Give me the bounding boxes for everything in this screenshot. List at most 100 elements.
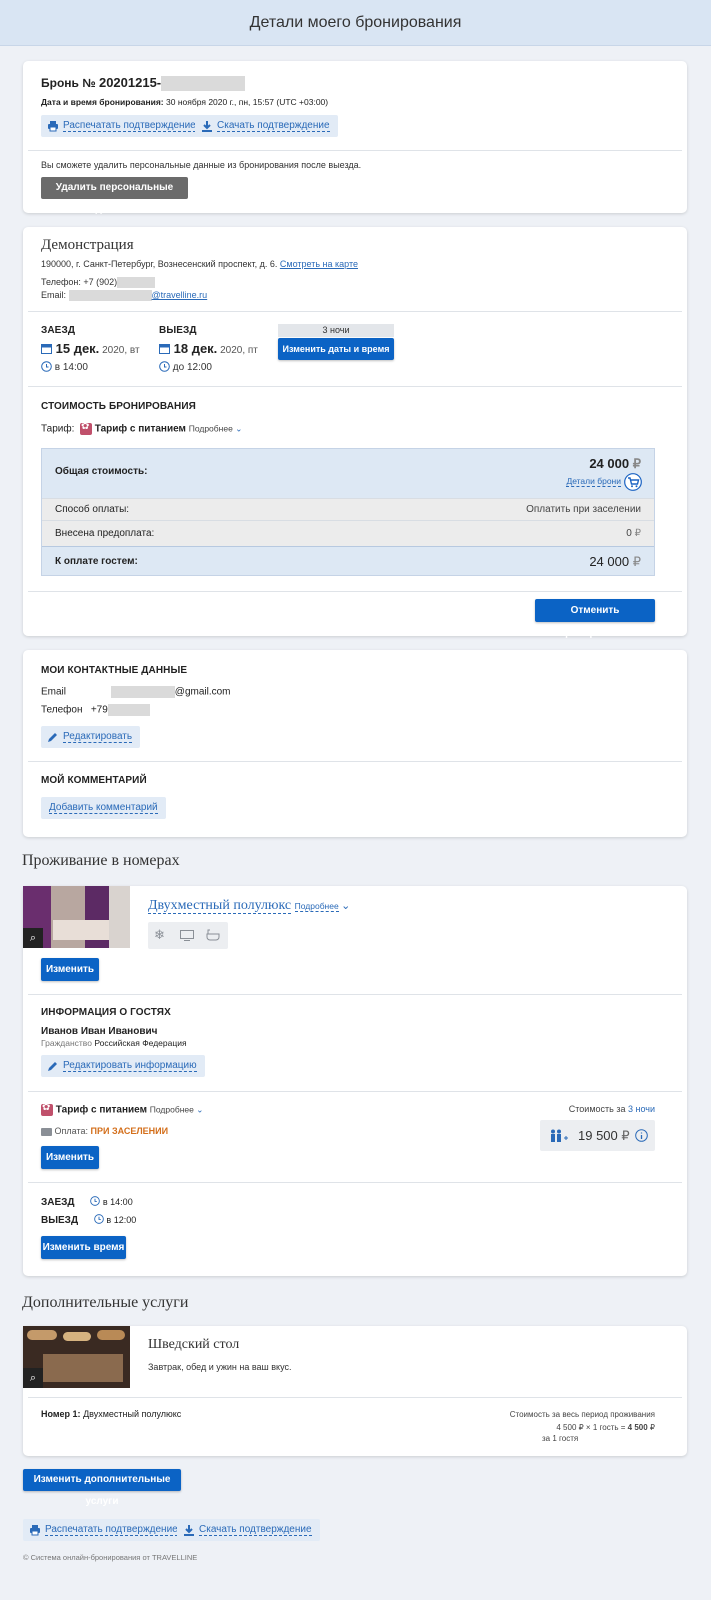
checkin-date: 15 дек. 2020, вт bbox=[41, 341, 140, 356]
booking-number: Бронь № 20201215- bbox=[41, 75, 246, 92]
footer-print-button[interactable]: Распечатать подтверждение bbox=[23, 1519, 186, 1541]
divider bbox=[28, 1182, 682, 1183]
change-extras-button[interactable]: Изменить дополнительные услуги bbox=[23, 1469, 181, 1507]
room-checkin: ЗАЕЗД в 14:00 bbox=[41, 1196, 133, 1208]
room-photo[interactable]: ⌕ bbox=[23, 886, 130, 948]
room-payment: Оплата: ПРИ ЗАСЕЛЕНИИ bbox=[41, 1126, 168, 1136]
currency: ₽ bbox=[649, 1423, 655, 1432]
tariff-row: Тариф: Тариф с питанием Подробнее ⌄ bbox=[41, 421, 243, 435]
citizenship-label: Гражданство bbox=[41, 1038, 92, 1048]
total-label: Общая стоимость: bbox=[55, 466, 148, 477]
room-checkout: ВЫЕЗД в 12:00 bbox=[41, 1214, 136, 1226]
rooms-section-title: Проживание в номерах bbox=[22, 852, 180, 869]
bath-icon bbox=[206, 929, 220, 941]
prepaid-label: Внесена предоплата: bbox=[55, 528, 155, 539]
tariff-name: Тариф с питанием bbox=[94, 423, 186, 435]
redacted-email bbox=[110, 686, 175, 698]
copyright: © Система онлайн-бронирования от TRAVELL… bbox=[23, 1553, 198, 1562]
currency: ₽ bbox=[634, 528, 641, 539]
tv-icon bbox=[180, 930, 194, 941]
calendar-icon bbox=[159, 344, 170, 354]
tariff-more-label: Подробнее bbox=[188, 423, 233, 434]
footer-download-button[interactable]: Скачать подтверждение bbox=[177, 1519, 320, 1541]
zoom-icon[interactable]: ⌕ bbox=[23, 1368, 43, 1388]
calc-text: 4 500 ₽ × 1 гость = bbox=[556, 1423, 628, 1432]
download-label: Скачать подтверждение bbox=[217, 120, 330, 132]
booking-date-value: 30 ноября 2020 г., пн, 15:57 (UTC +03:00… bbox=[166, 97, 329, 107]
chevron-down-icon: ⌄ bbox=[235, 423, 243, 434]
download-confirmation-button[interactable]: Скачать подтверждение bbox=[195, 115, 338, 137]
cost-label: Стоимость за bbox=[568, 1104, 626, 1114]
checkout-label: ВЫЕЗД bbox=[159, 325, 197, 336]
cancel-booking-button[interactable]: Отменить бронирование bbox=[535, 599, 655, 639]
divider bbox=[28, 386, 682, 387]
edit-contacts-button[interactable]: Редактировать bbox=[41, 726, 141, 748]
contact-phone-value: +79 bbox=[90, 704, 108, 716]
chevron-down-icon: ⌄ bbox=[196, 1104, 204, 1115]
clock-icon bbox=[93, 1214, 104, 1224]
room-tariff: Тариф с питанием Подробнее ⌄ bbox=[41, 1102, 204, 1116]
chevron-down-icon: ⌄ bbox=[341, 900, 351, 912]
room-name: Двухместный полулюкс bbox=[148, 898, 292, 914]
delete-personal-data-button[interactable]: Удалить персональные данные bbox=[41, 177, 188, 215]
hotel-name: Демонстрация bbox=[41, 237, 134, 253]
checkin-day: 15 дек. bbox=[55, 341, 100, 356]
checkout-time: до 12:00 bbox=[159, 361, 212, 373]
guests-title: ИНФОРМАЦИЯ О ГОСТЯХ bbox=[41, 1007, 171, 1018]
change-time-button[interactable]: Изменить время bbox=[41, 1236, 126, 1259]
room-checkin-label: ЗАЕЗД bbox=[41, 1197, 75, 1208]
divider bbox=[28, 150, 682, 151]
info-icon[interactable] bbox=[635, 1129, 648, 1142]
edit-guest-info-button[interactable]: Редактировать информацию bbox=[41, 1055, 205, 1077]
room-checkin-time: в 14:00 bbox=[102, 1197, 133, 1207]
add-comment-label: Добавить комментарий bbox=[49, 802, 158, 814]
citizenship-value: Российская Федерация bbox=[94, 1038, 187, 1048]
contact-email: Email @gmail.com bbox=[41, 686, 231, 698]
details-link-label: Детали брони bbox=[566, 476, 621, 487]
download-icon bbox=[202, 121, 212, 132]
room-tariff-more[interactable]: Подробнее ⌄ bbox=[150, 1105, 204, 1115]
extras-section-title: Дополнительные услуги bbox=[22, 1294, 189, 1311]
room-price: 19 500 ₽ bbox=[578, 1128, 630, 1144]
change-dates-button[interactable]: Изменить даты и время bbox=[278, 338, 394, 360]
currency: ₽ bbox=[632, 554, 641, 569]
room-tariff-more-label: Подробнее bbox=[149, 1104, 194, 1115]
change-tariff-button[interactable]: Изменить bbox=[41, 1146, 99, 1169]
divider bbox=[28, 994, 682, 995]
cart-icon[interactable] bbox=[624, 473, 642, 491]
service-calc: 4 500 ₽ × 1 гость = 4 500 ₽ bbox=[556, 1423, 655, 1432]
email-link[interactable]: @travelline.ru bbox=[152, 290, 208, 300]
service-photo[interactable]: ⌕ bbox=[23, 1326, 130, 1388]
tariff-more-link[interactable]: Подробнее ⌄ bbox=[189, 424, 243, 434]
footer-print-label: Распечатать подтверждение bbox=[45, 1524, 178, 1536]
room-price-box: 19 500 ₽ bbox=[540, 1120, 655, 1151]
phone-value: +7 (902) bbox=[83, 277, 118, 287]
booking-details-link[interactable]: Детали брони bbox=[566, 476, 621, 487]
room-cost-label: Стоимость за 3 ночи bbox=[569, 1104, 655, 1114]
contact-email-value: @gmail.com bbox=[174, 686, 231, 698]
guests-icon bbox=[551, 1129, 568, 1142]
page-title: Детали моего бронирования bbox=[249, 14, 462, 31]
room-name-row[interactable]: Двухместный полулюкс Подробнее ⌄ bbox=[148, 898, 350, 914]
due-amount: 24 000 bbox=[589, 554, 630, 569]
change-room-button[interactable]: Изменить bbox=[41, 958, 99, 981]
contact-email-label: Email bbox=[41, 686, 67, 698]
print-confirmation-button[interactable]: Распечатать подтверждение bbox=[41, 115, 204, 137]
hotel-phone: Телефон: +7 (902) bbox=[41, 277, 156, 289]
delete-note: Вы сможете удалить персональные данные и… bbox=[41, 160, 362, 170]
per-guest: за 1 гостя bbox=[542, 1434, 579, 1443]
contact-phone: Телефон +79 bbox=[41, 704, 150, 716]
wall bbox=[109, 886, 130, 948]
cost-section-title: СТОИМОСТЬ БРОНИРОВАНИЯ bbox=[41, 401, 196, 412]
dish bbox=[63, 1332, 91, 1341]
zoom-icon[interactable]: ⌕ bbox=[23, 928, 43, 948]
booking-number-label: Бронь № bbox=[41, 76, 96, 90]
clock-icon bbox=[90, 1196, 100, 1206]
map-link[interactable]: Смотреть на карте bbox=[280, 259, 358, 269]
room-tariff-name: Тариф с питанием bbox=[55, 1104, 147, 1116]
divider bbox=[28, 1397, 682, 1398]
add-comment-button[interactable]: Добавить комментарий bbox=[41, 797, 166, 819]
dish bbox=[97, 1330, 125, 1340]
prepaid-value: 0 ₽ bbox=[626, 521, 641, 547]
room-more[interactable]: Подробнее ⌄ bbox=[294, 900, 351, 912]
